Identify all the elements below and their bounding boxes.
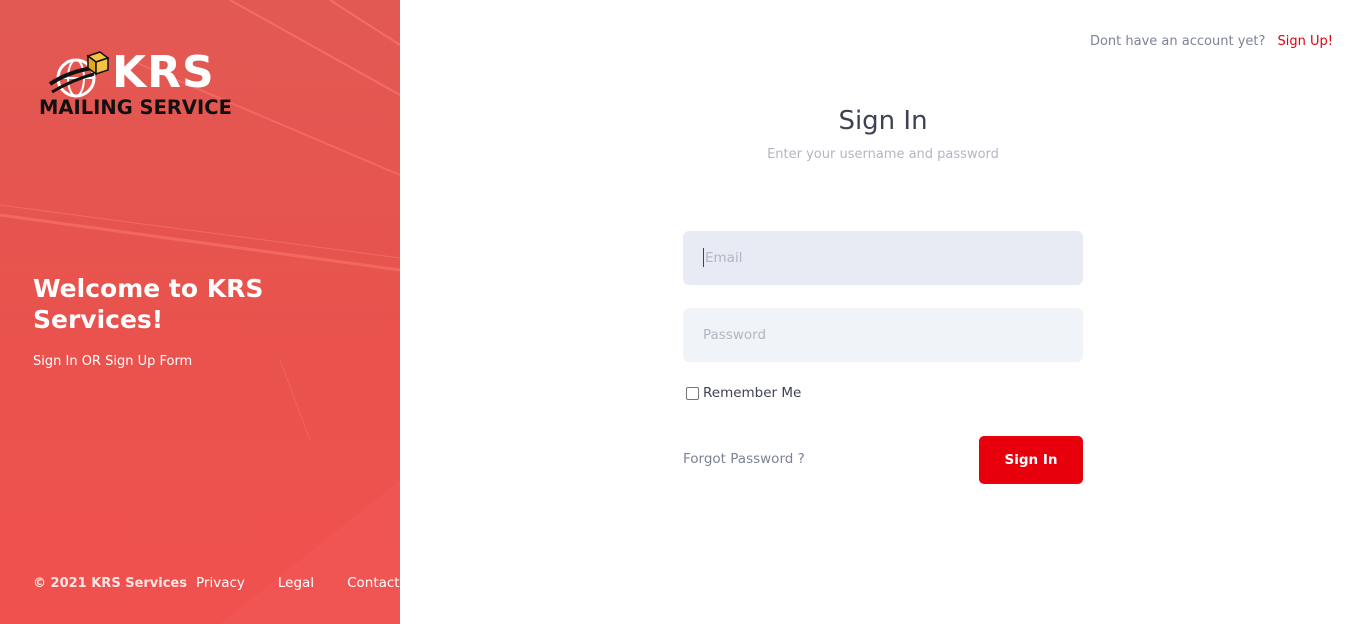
aside-footer: © 2021 KRS Services Privacy Legal Contac… [33, 574, 400, 592]
signup-link[interactable]: Sign Up! [1278, 34, 1333, 49]
contact-link[interactable]: Contact [347, 575, 400, 591]
welcome-title: Welcome to KRS Services! [33, 274, 264, 334]
forgot-password-link[interactable]: Forgot Password ? [683, 451, 805, 467]
krs-logo: KRS MAILING SERVICE [38, 46, 238, 122]
page-subtitle: Enter your username and password [767, 147, 999, 162]
logo-brand-text: KRS [112, 47, 215, 98]
welcome-subtitle: Sign In OR Sign Up Form [33, 354, 193, 369]
logo-tagline: MAILING SERVICE [39, 96, 232, 119]
signup-prompt: Dont have an account yet? Sign Up! [1090, 34, 1333, 49]
remember-me[interactable]: Remember Me [686, 385, 801, 401]
email-field[interactable] [683, 231, 1083, 285]
legal-link[interactable]: Legal [278, 575, 314, 591]
sign-in-button[interactable]: Sign In [979, 436, 1083, 484]
text-caret [703, 248, 704, 267]
signup-question: Dont have an account yet? [1089, 34, 1266, 49]
password-field[interactable] [683, 308, 1083, 362]
globe-box-icon [48, 51, 110, 98]
remember-label: Remember Me [703, 385, 802, 401]
privacy-link[interactable]: Privacy [196, 575, 245, 591]
copyright-text: © 2021 KRS Services [33, 575, 187, 591]
page-title: Sign In [838, 106, 928, 136]
aside-panel: KRS MAILING SERVICE Welcome to KRS Servi… [0, 0, 400, 624]
remember-checkbox[interactable] [686, 386, 699, 400]
